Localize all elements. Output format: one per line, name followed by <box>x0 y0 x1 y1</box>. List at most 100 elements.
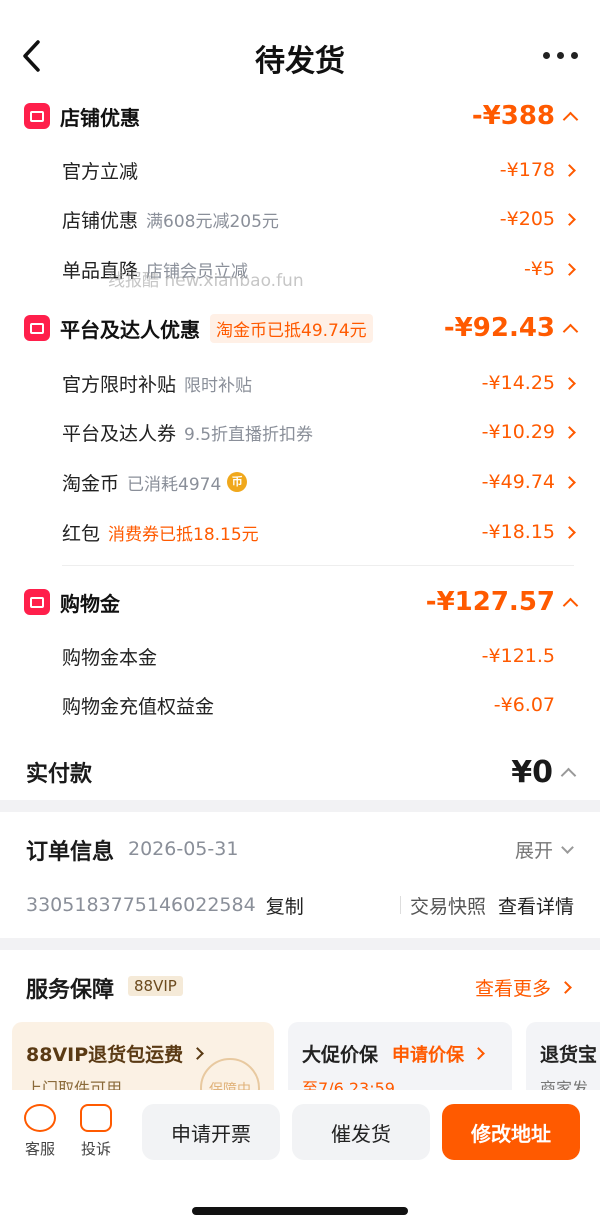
discount-amount: -¥121.5 <box>481 645 555 667</box>
chevron-right-icon <box>563 212 576 226</box>
expand-label: 展开 <box>514 840 553 862</box>
modify-address-button[interactable]: 修改地址 <box>442 1104 580 1160</box>
customer-service-button[interactable]: 客服 <box>16 1104 64 1159</box>
shop-discount-amount: -¥388 <box>471 101 555 131</box>
discount-label: 官方立减 <box>62 160 139 183</box>
service-card[interactable]: 88VIP退货包运费 上门取件可用 保障中 <box>12 1022 274 1090</box>
chevron-right-icon <box>563 525 576 539</box>
coupon-icon <box>24 315 50 341</box>
chevron-right-icon <box>563 163 576 177</box>
discount-note: 已消耗4974 <box>127 474 222 495</box>
discount-label: 购物金本金 <box>62 646 158 669</box>
paid-row[interactable]: 实付款 ¥0 <box>26 750 577 794</box>
snapshot-link[interactable]: 交易快照 <box>410 892 486 919</box>
top-bar: 待发货 <box>0 0 600 100</box>
discount-label: 红包 <box>62 522 101 545</box>
service-section: 服务保障 88VIP 查看更多 88VIP退货包运费 上门取件可用 保障中 大促… <box>0 950 600 1090</box>
platform-discount-amount: -¥92.43 <box>443 313 555 343</box>
service-card-sub: 商家发 <box>540 1079 589 1090</box>
complain-label: 投诉 <box>80 1140 111 1158</box>
bottom-action-bar: 客服 投诉 申请开票 催发货 修改地址 <box>0 1090 600 1227</box>
chevron-right-icon <box>563 425 576 439</box>
order-info-section: 订单信息 2026-05-31 展开 3305183775146022584 复… <box>0 812 600 938</box>
paid-label: 实付款 <box>26 762 93 787</box>
order-number: 3305183775146022584 <box>26 894 256 916</box>
discount-note: 消费券已抵18.15元 <box>108 524 259 545</box>
discount-label: 店铺优惠 <box>62 209 139 232</box>
vip-badge: 88VIP <box>128 976 183 996</box>
discount-section: 店铺优惠 -¥388 官方立减 -¥178 店铺优惠 满608元减205元 -¥… <box>0 100 600 800</box>
platform-discount-header[interactable]: 平台及达人优惠 淘金币已抵49.74元 -¥92.43 <box>24 308 579 348</box>
customer-service-icon <box>24 1104 56 1132</box>
discount-label: 官方限时补贴 <box>62 373 177 396</box>
service-card-title: 88VIP退货包运费 <box>26 1044 184 1066</box>
customer-service-label: 客服 <box>24 1140 55 1158</box>
request-invoice-button[interactable]: 申请开票 <box>142 1104 280 1160</box>
apply-price-protect-link[interactable]: 申请价保 <box>392 1041 464 1067</box>
wallet-icon <box>24 589 50 615</box>
page-title: 待发货 <box>255 44 345 79</box>
discount-note: 满608元减205元 <box>146 211 279 232</box>
coin-deduct-tag: 淘金币已抵49.74元 <box>210 313 373 343</box>
order-info-title: 订单信息 <box>26 840 115 865</box>
service-card-title: 大促价保 <box>302 1044 379 1066</box>
discount-row: 购物金本金 -¥121.5 <box>62 638 574 674</box>
shopping-gold-amount: -¥127.57 <box>425 587 555 617</box>
chevron-right-icon <box>563 475 576 489</box>
discount-amount: -¥178 <box>499 159 555 181</box>
chevron-right-icon <box>191 1047 205 1060</box>
shop-icon <box>24 103 50 129</box>
chevron-right-icon <box>559 981 572 994</box>
service-card-sub: 至7/6 23:59 <box>302 1079 395 1090</box>
service-card[interactable]: 退货宝 商家发 <box>526 1022 600 1090</box>
shop-discount-title: 店铺优惠 <box>60 105 140 130</box>
view-details-link[interactable]: 查看详情 <box>498 892 574 919</box>
divider <box>399 896 401 914</box>
discount-row[interactable]: 店铺优惠 满608元减205元 -¥205 <box>62 201 576 237</box>
coin-icon: 币 <box>227 472 248 492</box>
expand-button[interactable]: 展开 <box>514 836 574 863</box>
discount-row[interactable]: 官方限时补贴 限时补贴 -¥14.25 <box>62 365 576 401</box>
see-more-label: 查看更多 <box>474 978 551 1000</box>
discount-label: 平台及达人券 <box>62 422 177 445</box>
discount-note: 9.5折直播折扣券 <box>184 424 314 445</box>
discount-label: 购物金充值权益金 <box>62 695 215 718</box>
more-options-icon[interactable] <box>543 52 578 59</box>
collapse-icon[interactable] <box>562 111 579 127</box>
discount-amount: -¥14.25 <box>481 372 555 394</box>
chevron-right-icon <box>563 262 576 276</box>
discount-amount: -¥49.74 <box>481 471 555 493</box>
shopping-gold-header[interactable]: 购物金 -¥127.57 <box>24 582 579 622</box>
discount-amount: -¥18.15 <box>481 521 555 543</box>
chevron-right-icon <box>563 376 576 390</box>
discount-row[interactable]: 官方立减 -¥178 <box>62 152 576 188</box>
copy-button[interactable]: 复制 <box>266 892 304 919</box>
see-more-link[interactable]: 查看更多 <box>474 974 572 1001</box>
service-card-title: 退货宝 <box>540 1044 598 1066</box>
discount-label: 淘金币 <box>62 472 120 495</box>
urge-shipment-button[interactable]: 催发货 <box>292 1104 430 1160</box>
shop-discount-header[interactable]: 店铺优惠 -¥388 <box>24 96 579 136</box>
discount-row[interactable]: 平台及达人券 9.5折直播折扣券 -¥10.29 <box>62 414 576 450</box>
service-card[interactable]: 大促价保 申请价保 至7/6 23:59 <box>288 1022 512 1090</box>
discount-row: 购物金充值权益金 -¥6.07 <box>62 687 574 723</box>
discount-amount: -¥205 <box>499 208 555 230</box>
discount-row[interactable]: 红包 消费券已抵18.15元 -¥18.15 <box>62 514 576 550</box>
discount-row[interactable]: 淘金币 已消耗4974 币 -¥49.74 <box>62 464 576 500</box>
discount-amount: -¥10.29 <box>481 421 555 443</box>
chevron-down-icon <box>561 841 574 854</box>
service-title: 服务保障 <box>26 978 115 1003</box>
collapse-icon[interactable] <box>562 323 579 339</box>
complain-icon <box>80 1104 112 1132</box>
discount-amount: -¥5 <box>523 258 555 280</box>
collapse-icon[interactable] <box>562 597 579 613</box>
order-number-row: 3305183775146022584 复制 交易快照 查看详情 <box>26 890 574 920</box>
home-indicator <box>192 1207 408 1215</box>
shopping-gold-title: 购物金 <box>60 591 120 616</box>
paid-amount: ¥0 <box>511 754 553 790</box>
complain-button[interactable]: 投诉 <box>72 1104 120 1159</box>
discount-note: 限时补贴 <box>184 375 253 396</box>
chevron-right-icon <box>472 1047 485 1060</box>
collapse-icon[interactable] <box>560 767 577 783</box>
order-date: 2026-05-31 <box>128 838 239 860</box>
